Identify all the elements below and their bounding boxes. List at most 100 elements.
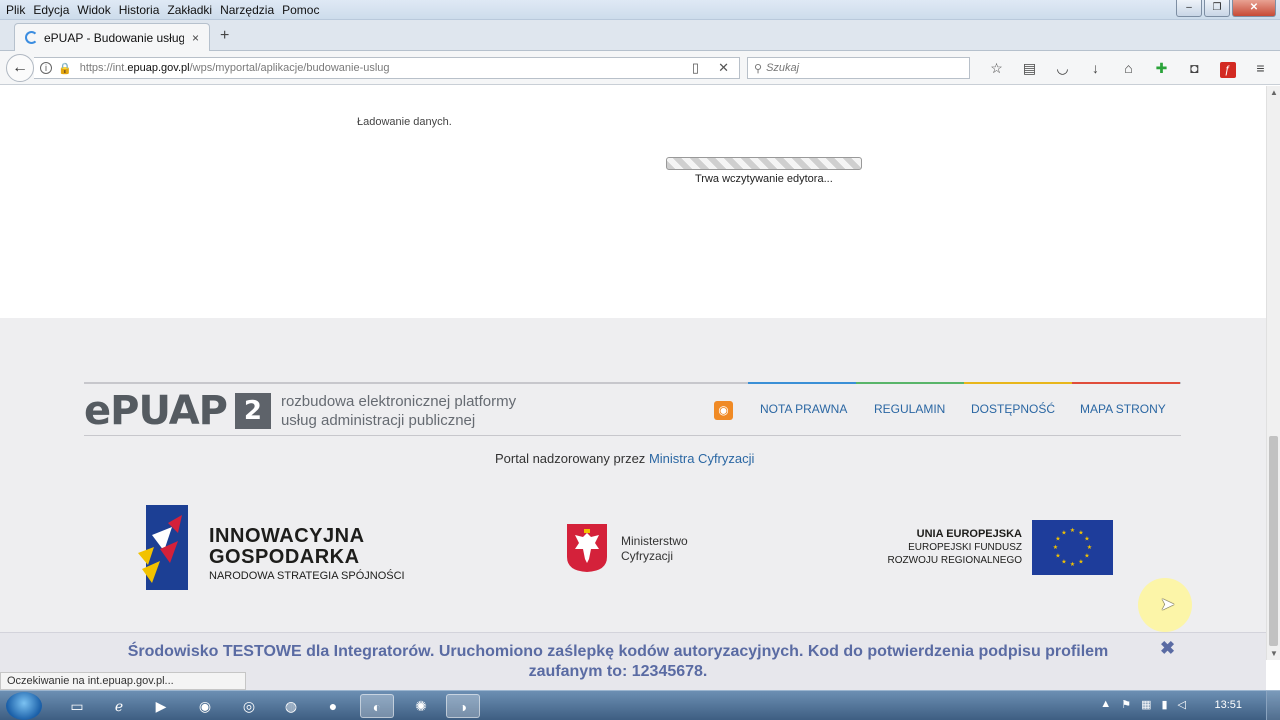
link-mapa-strony[interactable]: MAPA STRONY bbox=[1080, 402, 1166, 416]
app-orange-icon[interactable]: ✺ bbox=[404, 694, 438, 718]
bookmarks-list-icon[interactable]: ▤ bbox=[1013, 59, 1046, 77]
app-red-icon[interactable]: ● bbox=[316, 694, 350, 718]
tab-close-button[interactable]: × bbox=[192, 31, 199, 45]
portal-supervision-text: Portal nadzorowany przez Ministra Cyfryz… bbox=[495, 451, 755, 466]
back-button[interactable]: ← bbox=[6, 54, 34, 82]
minimize-button[interactable]: – bbox=[1176, 0, 1202, 17]
app-blue-icon[interactable]: ◑ bbox=[446, 694, 480, 718]
pocket-icon[interactable]: ◡ bbox=[1046, 59, 1079, 77]
loading-data-text: Ładowanie danych. bbox=[357, 116, 452, 128]
editor-progress-bar bbox=[666, 157, 862, 170]
toolbar-icons: ☆ ▤ ◡ ↓ ⌂ ✚ ◘ ƒ ≡ bbox=[980, 59, 1277, 78]
loading-spinner-icon bbox=[25, 31, 38, 44]
test-banner-message: Środowisko TESTOWE dla Integratorów. Uru… bbox=[127, 643, 1109, 680]
app-dark-icon[interactable]: ◉ bbox=[188, 694, 222, 718]
clock[interactable]: 13:51 bbox=[1214, 699, 1242, 711]
stop-icon[interactable]: ✕ bbox=[718, 60, 729, 76]
menu-plik[interactable]: Plik bbox=[2, 2, 29, 18]
app-yellow-icon[interactable]: ◎ bbox=[232, 694, 266, 718]
search-icon: ⚲ bbox=[754, 62, 763, 75]
menu-narzedzia[interactable]: Narzędzia bbox=[216, 2, 278, 18]
tray-expand-icon[interactable]: ▲ bbox=[1100, 698, 1111, 711]
navigation-bar: ← i 🔒 https://int.epuap.gov.pl/wps/mypor… bbox=[0, 51, 1280, 85]
menu-zakladki[interactable]: Zakładki bbox=[163, 2, 216, 18]
color-strip-blue bbox=[748, 382, 856, 384]
scroll-up-icon[interactable]: ▲ bbox=[1270, 88, 1278, 97]
flash-extension-icon[interactable]: ƒ bbox=[1211, 59, 1244, 78]
epuap-tagline: rozbudowa elektronicznej platformy usług … bbox=[280, 393, 517, 429]
chrome-icon[interactable]: ◍ bbox=[274, 694, 308, 718]
epuap-logo-number: 2 bbox=[234, 393, 271, 429]
mouse-cursor-icon: ➤ bbox=[1160, 594, 1176, 614]
svg-text:★: ★ bbox=[1087, 544, 1092, 551]
downloads-icon[interactable]: ↓ bbox=[1079, 59, 1112, 77]
internet-explorer-icon[interactable]: ℯ bbox=[102, 694, 136, 718]
scrollbar-thumb[interactable] bbox=[1269, 436, 1278, 646]
footer-divider-bottom bbox=[84, 435, 1181, 436]
svg-text:★: ★ bbox=[1084, 536, 1089, 543]
flag-icon[interactable]: ⚑ bbox=[1121, 698, 1131, 711]
svg-text:★: ★ bbox=[1078, 559, 1083, 566]
color-strip-green bbox=[856, 382, 964, 384]
svg-text:★: ★ bbox=[1055, 536, 1060, 543]
menu-pomoc[interactable]: Pomoc bbox=[278, 2, 323, 18]
start-button[interactable] bbox=[6, 692, 42, 720]
search-bar[interactable]: ⚲ bbox=[747, 57, 970, 79]
ministry-link[interactable]: Ministra Cyfryzacji bbox=[649, 451, 754, 466]
editor-loading-text: Trwa wczytywanie edytora... bbox=[695, 173, 833, 185]
svg-text:★: ★ bbox=[1055, 553, 1060, 560]
menu-edycja[interactable]: Edycja bbox=[29, 2, 73, 18]
tab-epuap[interactable]: ePUAP - Budowanie usług × bbox=[14, 23, 210, 51]
network-icon[interactable]: ▦ bbox=[1141, 698, 1151, 711]
color-strip-yellow bbox=[964, 382, 1072, 384]
link-dostepnosc[interactable]: DOSTĘPNOŚĆ bbox=[971, 402, 1055, 416]
epuap-logo-word: ePUAP bbox=[84, 388, 228, 434]
svg-text:★: ★ bbox=[1061, 559, 1066, 566]
rss-icon[interactable]: ◉ bbox=[714, 401, 733, 420]
menu-historia[interactable]: Historia bbox=[115, 2, 164, 18]
link-nota-prawna[interactable]: NOTA PRAWNA bbox=[760, 402, 847, 416]
svg-text:★: ★ bbox=[1053, 544, 1058, 551]
firefox-icon[interactable]: ◐ bbox=[360, 694, 394, 718]
home-icon[interactable]: ⌂ bbox=[1112, 59, 1145, 77]
status-bar: Oczekiwanie na int.epuap.gov.pl... bbox=[0, 672, 246, 690]
explorer-icon[interactable]: ▭ bbox=[60, 694, 94, 718]
volume-icon[interactable]: ◁ bbox=[1178, 698, 1186, 711]
media-player-icon[interactable]: ▶ bbox=[144, 694, 178, 718]
tab-strip: ePUAP - Budowanie usług × bbox=[0, 20, 1280, 51]
window-controls: – ❐ ✕ bbox=[1176, 0, 1276, 17]
page-scrollbar[interactable]: ▲ ▼ bbox=[1266, 86, 1280, 660]
menu-hamburger-icon[interactable]: ≡ bbox=[1244, 59, 1277, 77]
svg-text:★: ★ bbox=[1070, 527, 1075, 534]
close-window-button[interactable]: ✕ bbox=[1232, 0, 1276, 17]
eu-flag-icon: ★ ★ ★ ★ ★ ★ ★ ★ ★ ★ ★ ★ bbox=[1032, 520, 1113, 575]
link-regulamin[interactable]: REGULAMIN bbox=[874, 402, 945, 416]
url-bar[interactable]: i 🔒 https://int.epuap.gov.pl/wps/myporta… bbox=[34, 57, 740, 79]
search-input[interactable] bbox=[766, 62, 957, 74]
taskbar: ▭ ℯ ▶ ◉ ◎ ◍ ● ◐ ✺ ◑ ▲ ⚑ ▦ ▮ ◁ 13:51 bbox=[0, 690, 1280, 720]
title-bar: Plik Edycja Widok Historia Zakładki Narz… bbox=[0, 0, 1280, 20]
extension-green-icon[interactable]: ✚ bbox=[1145, 59, 1178, 77]
test-banner-close-icon[interactable]: ✖ bbox=[1160, 638, 1175, 659]
innowacyjna-gospodarka-logo-icon bbox=[138, 505, 188, 590]
eu-fund-text: UNIA EUROPEJSKA EUROPEJSKI FUNDUSZ ROZWO… bbox=[887, 528, 1022, 566]
svg-text:★: ★ bbox=[1070, 561, 1075, 568]
reader-view-icon[interactable]: ▯ bbox=[692, 60, 699, 76]
bookmark-star-icon[interactable]: ☆ bbox=[980, 59, 1013, 77]
svg-text:★: ★ bbox=[1061, 530, 1066, 537]
maximize-button[interactable]: ❐ bbox=[1204, 0, 1230, 17]
eagle-emblem-icon bbox=[567, 524, 607, 572]
menu-widok[interactable]: Widok bbox=[73, 2, 114, 18]
tab-title: ePUAP - Budowanie usług bbox=[44, 30, 184, 45]
show-desktop-button[interactable] bbox=[1266, 691, 1280, 720]
scroll-down-icon[interactable]: ▼ bbox=[1270, 649, 1278, 658]
color-strip-red bbox=[1072, 382, 1180, 384]
info-icon[interactable]: i bbox=[40, 62, 52, 74]
menu-bar: Plik Edycja Widok Historia Zakładki Narz… bbox=[2, 2, 323, 18]
new-tab-button[interactable]: + bbox=[220, 27, 229, 45]
screenshot-icon[interactable]: ◘ bbox=[1178, 59, 1211, 77]
signal-icon[interactable]: ▮ bbox=[1161, 698, 1167, 711]
epuap-logo[interactable]: ePUAP 2 rozbudowa elektronicznej platfor… bbox=[84, 391, 516, 431]
footer-color-strip bbox=[748, 382, 1180, 384]
svg-text:★: ★ bbox=[1084, 553, 1089, 560]
